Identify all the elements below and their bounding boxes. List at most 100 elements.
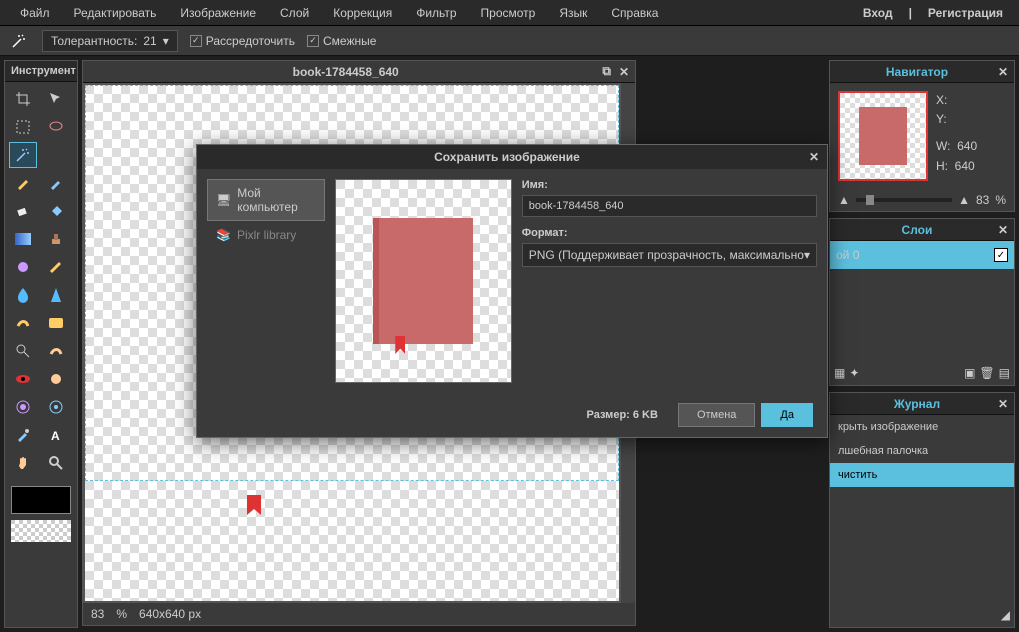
tool-smudge[interactable] — [9, 310, 37, 336]
tool-empty — [42, 142, 70, 168]
save-preview — [335, 179, 512, 383]
tool-bucket[interactable] — [42, 198, 70, 224]
tab-pixlr-library[interactable]: 📚 Pixlr library — [207, 221, 325, 249]
tool-lasso[interactable] — [42, 114, 70, 140]
tolerance-control[interactable]: Толерантность: 21 ▾ — [42, 30, 178, 52]
wand-icon — [8, 30, 30, 52]
dialog-title: Сохранить изображение — [205, 150, 809, 164]
tool-gradient[interactable] — [9, 226, 37, 252]
format-select[interactable]: PNG (Поддерживает прозрачность, максимал… — [522, 243, 817, 267]
ok-button[interactable]: Да — [761, 403, 813, 427]
menu-image[interactable]: Изображение — [168, 1, 268, 25]
layer-new-icon[interactable]: ▦ — [834, 366, 845, 380]
tool-replace[interactable] — [9, 254, 37, 280]
name-input[interactable] — [522, 195, 817, 217]
zoom-in-icon[interactable]: ▲ — [958, 193, 970, 207]
zoom-slider[interactable] — [856, 198, 952, 202]
tab-computer-label: Мой компьютер — [237, 186, 316, 214]
layers-footer: ▦ ✦ ▣ 🗑 ▤ — [830, 361, 1014, 385]
tolerance-value: 21 — [143, 34, 156, 48]
menu-help[interactable]: Справка — [599, 1, 670, 25]
layer-fx-icon[interactable]: ✦ — [849, 366, 859, 380]
history-close-icon[interactable]: ✕ — [998, 397, 1008, 411]
tool-pinch[interactable] — [42, 394, 70, 420]
tool-draw[interactable] — [42, 254, 70, 280]
login-link[interactable]: Вход — [855, 1, 901, 25]
history-item[interactable]: чистить — [830, 463, 1014, 487]
color-swatch-bg[interactable] — [11, 520, 71, 542]
tolerance-label: Толерантность: — [51, 34, 137, 48]
file-size: Размер: 6 KB — [587, 409, 658, 421]
options-bar: Толерантность: 21 ▾ ✓Рассредоточить ✓Сме… — [0, 26, 1019, 56]
history-item[interactable]: лшебная палочка — [830, 439, 1014, 463]
tool-marquee[interactable] — [9, 114, 37, 140]
zoom-out-icon[interactable]: ▲ — [838, 193, 850, 207]
navigator-title: Навигатор — [836, 65, 998, 79]
format-label: Формат: — [522, 227, 817, 239]
layer-mask-icon[interactable]: ▣ — [964, 366, 975, 380]
navigator-panel: Навигатор✕ X: Y: W: 640 H: 640 ▲ ▲ 83 % — [829, 60, 1015, 212]
tool-clone[interactable] — [42, 226, 70, 252]
layers-panel: Слои✕ ой 0 ✓ ▦ ✦ ▣ 🗑 ▤ — [829, 218, 1015, 386]
tool-burn[interactable] — [42, 338, 70, 364]
scatter-checkbox[interactable]: ✓Рассредоточить — [190, 34, 295, 48]
tool-crop[interactable] — [9, 86, 37, 112]
tool-move[interactable] — [42, 86, 70, 112]
layer-delete-icon[interactable]: 🗑 — [979, 366, 994, 380]
tool-pencil[interactable] — [9, 170, 37, 196]
tool-panel-title: Инструмент — [5, 61, 77, 82]
window-maximize-icon[interactable]: ⧉ — [602, 64, 611, 79]
layer-item[interactable]: ой 0 ✓ — [830, 241, 1014, 269]
layers-close-icon[interactable]: ✕ — [998, 223, 1008, 237]
tool-sharpen[interactable] — [42, 282, 70, 308]
cancel-button[interactable]: Отмена — [678, 403, 755, 427]
nav-zoom-pct: % — [995, 193, 1006, 207]
tool-brush[interactable] — [42, 170, 70, 196]
menu-view[interactable]: Просмотр — [469, 1, 548, 25]
dialog-close-icon[interactable]: ✕ — [809, 150, 819, 164]
tool-zoom[interactable] — [42, 450, 70, 476]
nav-zoom-value: 83 — [976, 193, 989, 207]
bookmark-graphic — [247, 495, 261, 515]
layer-menu-icon[interactable]: ▤ — [999, 366, 1010, 380]
history-menu-icon[interactable]: ◢ — [1001, 608, 1010, 622]
tool-spot[interactable] — [42, 366, 70, 392]
tool-redeye[interactable] — [9, 366, 37, 392]
dialog-titlebar[interactable]: Сохранить изображение ✕ — [197, 145, 827, 169]
menu-edit[interactable]: Редактировать — [62, 1, 169, 25]
menu-adjust[interactable]: Коррекция — [321, 1, 404, 25]
menu-filter[interactable]: Фильтр — [404, 1, 468, 25]
history-item[interactable]: крыть изображение — [830, 415, 1014, 439]
document-statusbar: 83 % 640x640 px — [83, 603, 635, 625]
navigator-thumbnail[interactable] — [838, 91, 928, 181]
dropdown-icon: ▾ — [163, 34, 169, 48]
navigator-info: X: Y: W: 640 H: 640 — [936, 91, 977, 181]
tool-wand[interactable] — [9, 142, 37, 168]
navigator-close-icon[interactable]: ✕ — [998, 65, 1008, 79]
tool-hand[interactable] — [9, 450, 37, 476]
tool-blur[interactable] — [9, 282, 37, 308]
tool-eraser[interactable] — [9, 198, 37, 224]
tool-sponge[interactable] — [42, 310, 70, 336]
tab-my-computer[interactable]: 🖥 Мой компьютер — [207, 179, 325, 221]
color-swatch-fg[interactable] — [11, 486, 71, 514]
contiguous-checkbox[interactable]: ✓Смежные — [307, 34, 376, 48]
document-titlebar[interactable]: book-1784458_640 ⧉ ✕ — [83, 61, 635, 83]
library-icon: 📚 — [216, 228, 231, 242]
tool-picker[interactable] — [9, 422, 37, 448]
menu-language[interactable]: Язык — [547, 1, 599, 25]
menubar: Файл Редактировать Изображение Слой Корр… — [0, 0, 1019, 26]
zoom-value: 83 — [91, 607, 104, 621]
layer-visibility-checkbox[interactable]: ✓ — [994, 248, 1008, 262]
window-close-icon[interactable]: ✕ — [619, 65, 629, 79]
dropdown-icon: ▾ — [804, 248, 810, 262]
tool-type[interactable]: A — [42, 422, 70, 448]
menu-file[interactable]: Файл — [8, 1, 62, 25]
name-label: Имя: — [522, 179, 817, 191]
tool-bloat[interactable] — [9, 394, 37, 420]
history-title: Журнал — [836, 397, 998, 411]
register-link[interactable]: Регистрация — [920, 1, 1011, 25]
tool-dodge[interactable] — [9, 338, 37, 364]
menu-layer[interactable]: Слой — [268, 1, 321, 25]
layers-title: Слои — [836, 223, 998, 237]
